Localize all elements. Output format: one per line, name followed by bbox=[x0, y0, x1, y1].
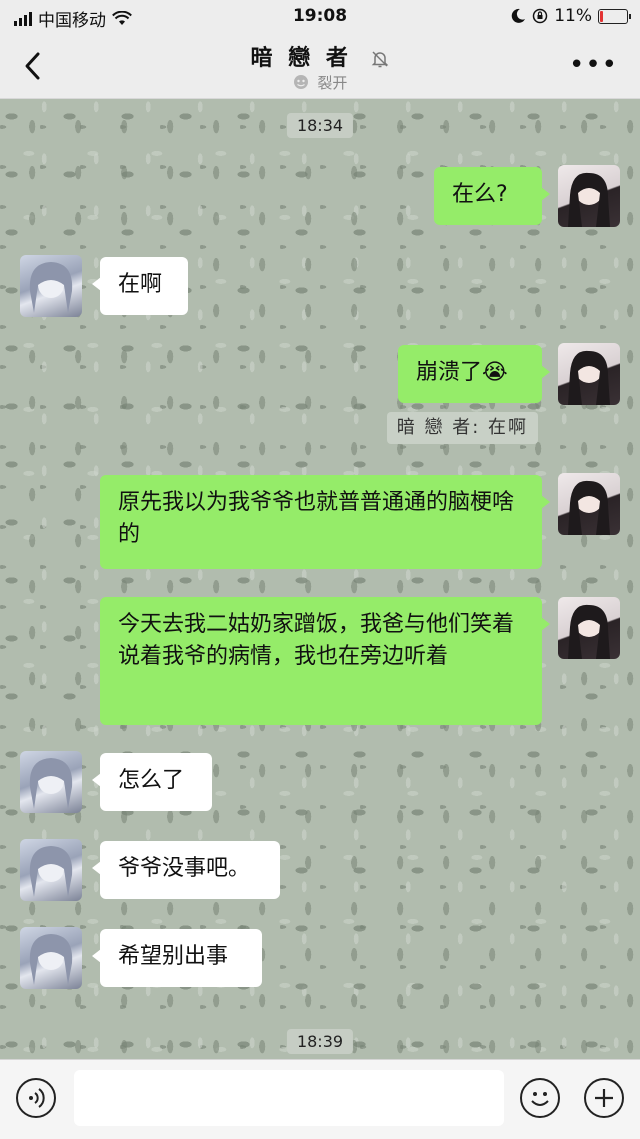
my-avatar[interactable] bbox=[558, 343, 620, 405]
my-avatar[interactable] bbox=[558, 473, 620, 535]
more-dots-icon[interactable]: ••• bbox=[569, 52, 618, 78]
message-bubble[interactable]: 在么? bbox=[434, 167, 550, 225]
emoji-icon bbox=[531, 1092, 549, 1106]
bell-muted-icon bbox=[371, 51, 388, 68]
message-bubble[interactable]: 希望别出事 bbox=[92, 929, 262, 987]
voice-button[interactable] bbox=[16, 1078, 56, 1118]
orientation-lock-icon bbox=[532, 8, 548, 24]
message-bubble[interactable]: 原先我以为我爷爷也就普普通通的脑梗啥的 bbox=[100, 475, 550, 569]
friend-avatar[interactable] bbox=[20, 839, 82, 901]
nav-bar: 暗 戀 者 裂开 ••• bbox=[0, 34, 640, 99]
input-bar bbox=[0, 1059, 640, 1139]
status-bar: 中国移动 19:08 11% bbox=[0, 0, 640, 34]
timestamp: 18:34 bbox=[286, 113, 354, 138]
message-bubble[interactable]: 崩溃了😭 bbox=[398, 345, 550, 403]
message-input[interactable] bbox=[74, 1070, 504, 1126]
voice-icon bbox=[29, 1088, 45, 1108]
friend-avatar[interactable] bbox=[20, 255, 82, 317]
status-right: 11% bbox=[510, 6, 631, 26]
contact-name: 暗 戀 者 bbox=[250, 46, 352, 71]
message-bubble[interactable]: 在啊 bbox=[92, 257, 188, 315]
message-bubble[interactable]: 爷爷没事吧。 bbox=[92, 841, 280, 899]
timestamp: 18:39 bbox=[286, 1029, 354, 1054]
chat-status: 裂开 bbox=[0, 72, 640, 93]
moon-icon bbox=[511, 8, 526, 23]
add-button[interactable] bbox=[584, 1078, 624, 1118]
my-avatar[interactable] bbox=[558, 597, 620, 659]
battery-percent: 11% bbox=[554, 6, 592, 26]
quoted-reply[interactable]: 暗 戀 者: 在啊 bbox=[386, 412, 538, 444]
battery-icon bbox=[598, 8, 631, 24]
emoji-button[interactable] bbox=[520, 1078, 560, 1118]
friend-avatar[interactable] bbox=[20, 927, 82, 989]
friend-avatar[interactable] bbox=[20, 751, 82, 813]
chat-status-text: 裂开 bbox=[317, 74, 348, 92]
message-bubble[interactable]: 今天去我二姑奶家蹭饭，我爸与他们笑着说着我爷的病情，我也在旁边听着 bbox=[100, 597, 550, 725]
chat-title: 暗 戀 者 bbox=[0, 40, 640, 72]
chat-area[interactable]: 18:34 在么? 在啊 崩溃了😭 暗 戀 者: 在啊 原先我以为我爷爷也就普普… bbox=[0, 99, 640, 1059]
plus-icon bbox=[595, 1089, 613, 1107]
message-bubble[interactable]: 怎么了 bbox=[92, 753, 212, 811]
status-icon bbox=[293, 75, 308, 89]
my-avatar[interactable] bbox=[558, 165, 620, 227]
